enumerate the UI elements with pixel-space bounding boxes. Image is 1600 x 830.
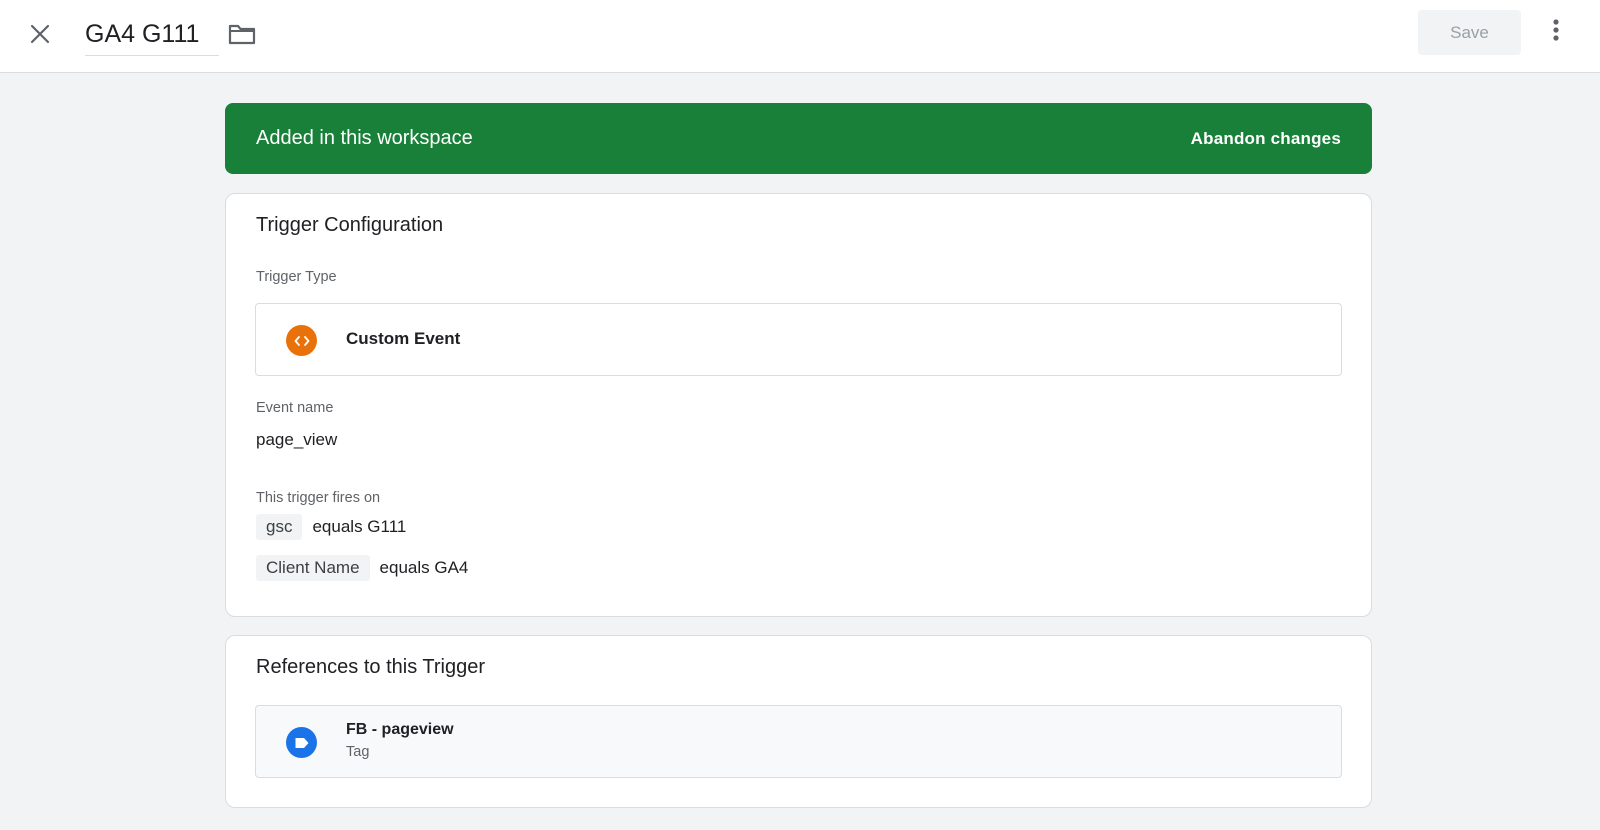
trigger-type-selector[interactable]: Custom Event: [255, 303, 1342, 376]
more-options-button[interactable]: [1536, 12, 1576, 52]
card-title: Trigger Configuration: [256, 214, 444, 236]
condition-row: Client Name equals GA4: [256, 555, 468, 581]
save-button[interactable]: Save: [1418, 10, 1521, 55]
condition-expression: equals GA4: [379, 558, 469, 577]
reference-item[interactable]: FB - pageview Tag: [255, 705, 1342, 778]
event-name-label: Event name: [256, 400, 334, 416]
condition-expression: equals G111: [312, 517, 407, 536]
reference-name: FB - pageview: [346, 721, 454, 738]
condition-variable-chip: gsc: [256, 514, 303, 540]
custom-event-code-icon: [286, 325, 317, 356]
trigger-type-label: Trigger Type: [256, 269, 337, 285]
condition-variable-chip: Client Name: [256, 555, 370, 581]
fires-on-label: This trigger fires on: [256, 490, 381, 506]
more-vert-icon: [1552, 18, 1560, 47]
event-name-value: page_view: [256, 430, 338, 449]
page-title: GA4 G111: [85, 20, 200, 48]
card-title: References to this Trigger: [256, 656, 485, 678]
banner-text: Added in this workspace: [256, 127, 473, 149]
condition-row: gsc equals G111: [256, 514, 406, 540]
trigger-type-value: Custom Event: [346, 329, 461, 348]
trigger-name-field[interactable]: GA4 G111: [85, 14, 220, 56]
reference-type: Tag: [346, 744, 370, 760]
trigger-configuration-card[interactable]: Trigger Configuration Trigger Type Custo…: [225, 193, 1372, 617]
workspace-status-banner: Added in this workspace Abandon changes: [225, 103, 1372, 174]
references-card: References to this Trigger FB - pageview…: [225, 635, 1372, 808]
folder-button[interactable]: [222, 16, 262, 56]
top-bar: GA4 G111 Save: [0, 0, 1600, 73]
abandon-changes-button[interactable]: Abandon changes: [1191, 129, 1341, 149]
close-icon: [29, 23, 51, 50]
tag-icon: [286, 727, 317, 758]
close-button[interactable]: [20, 16, 60, 56]
folder-icon: [228, 22, 256, 51]
